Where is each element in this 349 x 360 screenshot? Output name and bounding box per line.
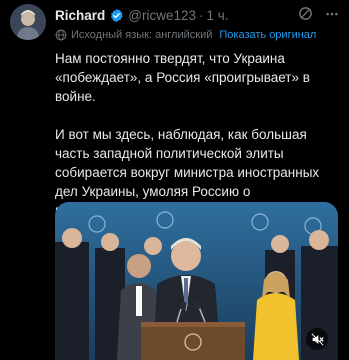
- separator-dot: ·: [199, 7, 204, 23]
- avatar[interactable]: [10, 4, 46, 40]
- tweet-paragraph: Нам постоянно твердят, что Украина «побе…: [55, 51, 310, 104]
- tweet: Richard @ricwe123 · 1 ч. Исходный язык: …: [0, 0, 349, 360]
- verified-badge-icon: [111, 8, 123, 22]
- grok-icon[interactable]: [298, 6, 313, 25]
- tweet-text: Нам постоянно твердят, что Украина «побе…: [55, 49, 337, 220]
- video-frame: [55, 202, 338, 360]
- timestamp[interactable]: 1 ч.: [207, 8, 229, 23]
- author-handle[interactable]: @ricwe123: [128, 8, 196, 23]
- tweet-video[interactable]: [55, 202, 338, 360]
- show-original-link[interactable]: Показать оригинал: [219, 29, 316, 41]
- globe-icon: [55, 29, 67, 41]
- speaker-muted-icon[interactable]: [306, 328, 328, 350]
- source-language-label: Исходный язык: английский: [71, 29, 213, 41]
- tweet-header: Richard @ricwe123 · 1 ч.: [55, 6, 339, 24]
- header-actions: [298, 6, 339, 25]
- author-name[interactable]: Richard: [55, 8, 105, 23]
- more-icon[interactable]: [325, 7, 339, 25]
- translation-notice: Исходный язык: английский Показать ориги…: [55, 28, 343, 42]
